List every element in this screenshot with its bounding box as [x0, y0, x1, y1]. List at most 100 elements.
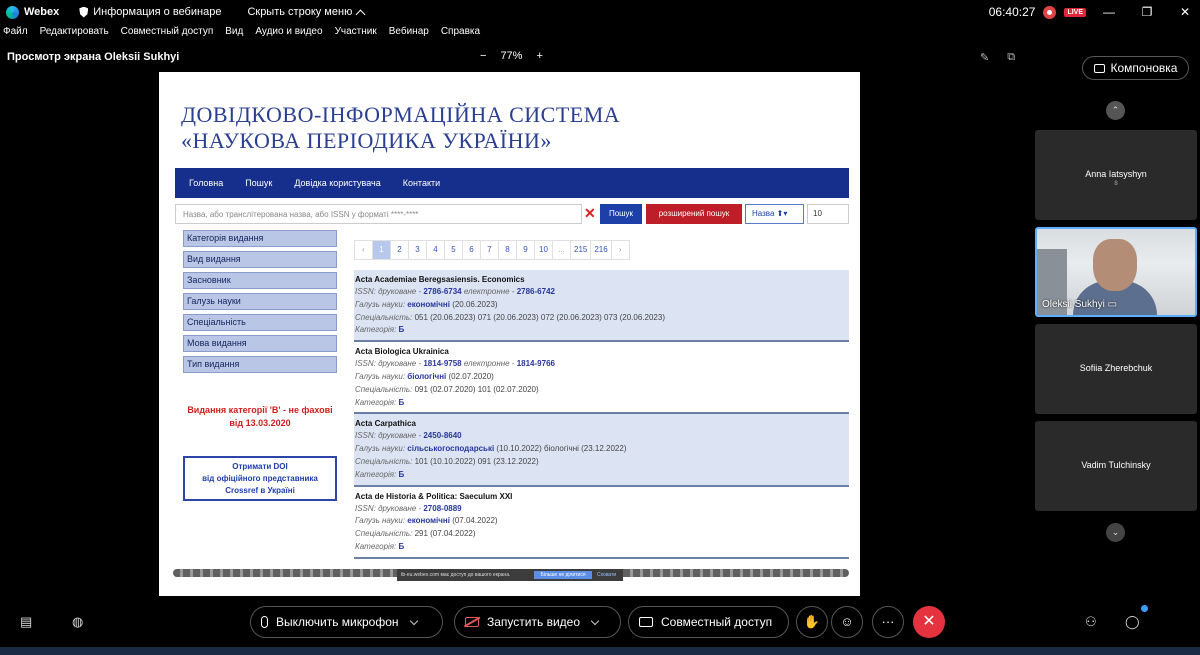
participant-name: Sofiia Zherebchuk [1079, 363, 1153, 373]
participant-video-tile[interactable]: Oleksii Sukhyi ▭ [1035, 227, 1197, 317]
nav-home[interactable]: Головна [189, 178, 223, 188]
doi-link[interactable]: Отримати DOI від офіційного представника… [183, 456, 337, 501]
category-label: Категорія: [355, 397, 399, 407]
sort-arrow-icon: ⬆▾ [776, 209, 788, 218]
menu-edit[interactable]: Редактировать [40, 26, 109, 42]
filter-field[interactable]: Галузь науки [183, 293, 337, 310]
field-date: (07.04.2022) [449, 516, 498, 526]
participant-name: Oleksii Sukhyi ▭ [1042, 299, 1117, 310]
menu-view[interactable]: Вид [225, 26, 243, 42]
sort-dropdown[interactable]: Назва ⬆▾ [745, 204, 804, 224]
chat-icon[interactable]: ◯ [1125, 614, 1140, 630]
page-next[interactable]: › [610, 240, 630, 260]
field-date: (02.07.2020) [446, 371, 494, 381]
nav-search[interactable]: Пошук [245, 178, 272, 188]
raise-hand-button[interactable]: ✋ [796, 606, 828, 638]
meeting-toolbar: ▤ ◍ Выключить микрофон Запустить видео С… [0, 600, 1200, 644]
participant-tile[interactable]: Vadim Tulchinsky [1035, 421, 1197, 511]
more-options-button[interactable]: ··· [872, 606, 904, 638]
menu-participant[interactable]: Участник [335, 26, 377, 42]
menu-webinar[interactable]: Вебинар [389, 26, 429, 42]
page-prev[interactable]: ‹ [354, 240, 373, 260]
chevron-down-icon[interactable] [409, 616, 418, 625]
participant-tile[interactable]: Sofiia Zherebchuk [1035, 324, 1197, 414]
participant-tile[interactable]: Anna Iatsyshyn 8 [1035, 130, 1197, 220]
page-1[interactable]: 1 [372, 240, 391, 260]
filter-specialty[interactable]: Спеціальність [183, 314, 337, 331]
close-window-button[interactable]: ✕ [1170, 5, 1200, 19]
nav-help[interactable]: Довідка користувача [294, 178, 380, 188]
result-title[interactable]: Acta de Historia & Politica: Saeculum XX… [355, 491, 846, 503]
maximize-button[interactable]: ❐ [1132, 5, 1162, 19]
filter-language[interactable]: Мова видання [183, 335, 337, 352]
nav-contacts[interactable]: Контакти [403, 178, 440, 188]
globe-icon[interactable]: ◍ [72, 614, 83, 630]
result-item: Acta Carpathica ISSN: друковане - 2450-8… [354, 414, 849, 487]
mute-button[interactable]: Выключить микрофон [250, 606, 443, 638]
result-title[interactable]: Acta Carpathica [355, 418, 846, 430]
result-item: Acta Academiae Beregsasiensis. Economics… [354, 270, 849, 343]
popout-icon[interactable]: ⧉ [1007, 51, 1015, 64]
page-5[interactable]: 5 [444, 240, 463, 260]
reactions-button[interactable]: ☺ [831, 606, 863, 638]
chevron-down-icon[interactable] [590, 616, 600, 625]
minimize-button[interactable]: — [1094, 5, 1124, 19]
filter-type[interactable]: Вид видання [183, 251, 337, 268]
issn-print: 2786-6734 [423, 287, 462, 296]
issn-e-label: електронне - [461, 287, 517, 296]
page-7[interactable]: 7 [480, 240, 499, 260]
leave-meeting-button[interactable]: ✕ [913, 606, 945, 638]
hide-notification-button[interactable]: Сховати [597, 569, 616, 581]
page-4[interactable]: 4 [426, 240, 445, 260]
result-title[interactable]: Acta Academiae Beregsasiensis. Economics [355, 274, 846, 286]
menu-audio-video[interactable]: Аудио и видео [255, 26, 322, 42]
stop-sharing-button[interactable]: Більше не ділитися [534, 571, 592, 579]
page-6[interactable]: 6 [462, 240, 481, 260]
specialty-label: Спеціальність: [355, 529, 415, 539]
video-off-icon [465, 617, 479, 627]
page-9[interactable]: 9 [516, 240, 535, 260]
specialty-values: 291 (07.04.2022) [414, 529, 476, 539]
clear-search-icon[interactable]: ✕ [584, 206, 596, 220]
hide-menu-button[interactable]: Скрыть строку меню [247, 6, 366, 19]
annotate-icon[interactable]: ✎ [980, 51, 989, 64]
search-input[interactable]: Назва, або транслітерована назва, або IS… [175, 204, 582, 224]
per-page-input[interactable]: 10 [807, 204, 849, 224]
result-title[interactable]: Acta Biologica Ukrainica [355, 346, 846, 358]
shared-screen: ДОВІДКОВО-ІНФОРМАЦІЙНА СИСТЕМА «НАУКОВА … [159, 72, 860, 596]
scroll-up-button[interactable]: ⌃ [1106, 101, 1125, 120]
scroll-down-button[interactable]: ⌄ [1106, 523, 1125, 542]
category-label: Категорія: [355, 541, 399, 551]
filter-founder[interactable]: Засновник [183, 272, 337, 289]
doi-line2: від офіційного представника [202, 474, 318, 483]
captions-icon[interactable]: ▤ [20, 614, 32, 630]
zoom-out-button[interactable]: − [480, 50, 486, 62]
participants-icon[interactable]: ⚇ [1085, 614, 1097, 630]
close-icon: ✕ [922, 613, 936, 630]
share-button[interactable]: Совместный доступ [628, 606, 789, 638]
start-video-button[interactable]: Запустить видео [454, 606, 621, 638]
page-216[interactable]: 216 [590, 240, 612, 260]
recording-icon [1043, 5, 1057, 19]
doi-line3: Crossref в Україні [225, 486, 295, 495]
webinar-info-button[interactable]: Информация о вебинаре [79, 6, 221, 18]
specialty-values: 091 (02.07.2020) 101 (02.07.2020) [414, 384, 539, 394]
page-215[interactable]: 215 [570, 240, 592, 260]
search-button[interactable]: Пошук [600, 204, 642, 224]
zoom-in-button[interactable]: + [536, 50, 542, 62]
layout-button[interactable]: Компоновка [1082, 56, 1189, 80]
field-label: Галузь науки: [355, 444, 408, 454]
specialty-values: 051 (20.06.2023) 071 (20.06.2023) 072 (2… [414, 312, 665, 322]
page-10[interactable]: 10 [534, 240, 553, 260]
page-3[interactable]: 3 [408, 240, 427, 260]
filter-category[interactable]: Категорія видання [183, 230, 337, 247]
category-value: Б [398, 541, 405, 551]
menu-file[interactable]: Файл [3, 26, 28, 42]
specialty-label: Спеціальність: [355, 456, 415, 466]
menu-help[interactable]: Справка [441, 26, 480, 42]
extended-search-button[interactable]: розширений пошук [646, 204, 742, 224]
page-2[interactable]: 2 [390, 240, 409, 260]
filter-edition-type[interactable]: Тип видання [183, 356, 337, 373]
menu-share[interactable]: Совместный доступ [121, 26, 214, 42]
page-8[interactable]: 8 [498, 240, 517, 260]
